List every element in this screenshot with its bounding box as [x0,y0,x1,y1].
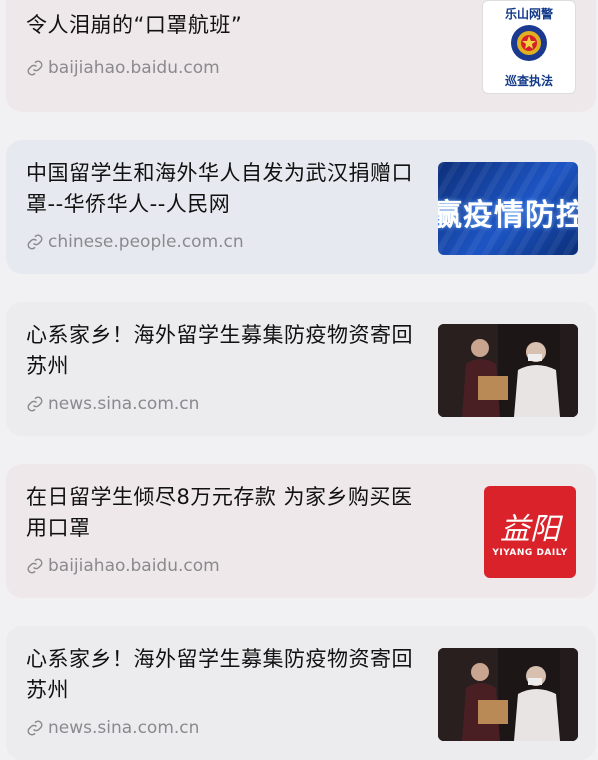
search-result-card[interactable]: 中国留学生和海外华人自发为武汉捐赠口罩--华侨华人--人民网 chinese.p… [6,140,596,274]
logo-subtext: YIYANG DAILY [492,548,568,558]
result-title[interactable]: 心系家乡！海外留学生募集防疫物资寄回苏州 [26,644,426,706]
result-url-text: chinese.people.com.cn [48,232,244,252]
result-url[interactable]: news.sina.com.cn [26,718,199,738]
link-icon [27,234,43,250]
result-url[interactable]: baijiahao.baidu.com [26,58,220,78]
search-result-card[interactable]: 令人泪崩的“口罩航班” baijiahao.baidu.com 乐山网警 巡查执… [6,0,596,112]
result-thumbnail[interactable]: 赢疫情防控 [438,162,578,255]
link-icon [27,720,43,736]
volunteers-photo-image [438,324,578,417]
volunteers-photo-image [438,648,578,741]
link-icon [27,396,43,412]
result-thumbnail[interactable]: 乐山网警 巡查执法 [482,0,576,94]
result-title[interactable]: 心系家乡！海外留学生募集防疫物资寄回苏州 [26,320,426,382]
result-title[interactable]: 令人泪崩的“口罩航班” [26,10,426,41]
result-url[interactable]: news.sina.com.cn [26,394,199,414]
thumb-top-text: 乐山网警 [504,7,553,21]
link-icon [27,60,43,76]
result-title[interactable]: 中国留学生和海外华人自发为武汉捐赠口罩--华侨华人--人民网 [26,158,426,220]
thumb-bottom-text: 巡查执法 [504,74,553,88]
search-result-card[interactable]: 在日留学生倾尽8万元存款 为家乡购买医用口罩 baijiahao.baidu.c… [6,464,596,598]
epidemic-banner-image: 赢疫情防控 [438,198,578,233]
link-icon [27,558,43,574]
result-url-text: news.sina.com.cn [48,718,200,738]
result-url-text: baijiahao.baidu.com [48,58,220,78]
search-result-card[interactable]: 心系家乡！海外留学生募集防疫物资寄回苏州 news.sina.com.cn [6,302,596,436]
result-url[interactable]: baijiahao.baidu.com [26,556,220,576]
result-url-text: baijiahao.baidu.com [48,556,220,576]
yiyang-daily-logo-icon: 益阳 [500,512,560,547]
result-title[interactable]: 在日留学生倾尽8万元存款 为家乡购买医用口罩 [26,482,426,544]
result-url[interactable]: chinese.people.com.cn [26,232,244,252]
result-thumbnail[interactable] [438,648,578,741]
police-badge-icon [511,25,547,61]
result-url-text: news.sina.com.cn [48,394,200,414]
result-thumbnail[interactable] [438,324,578,417]
result-thumbnail[interactable]: 益阳 YIYANG DAILY [484,486,576,578]
